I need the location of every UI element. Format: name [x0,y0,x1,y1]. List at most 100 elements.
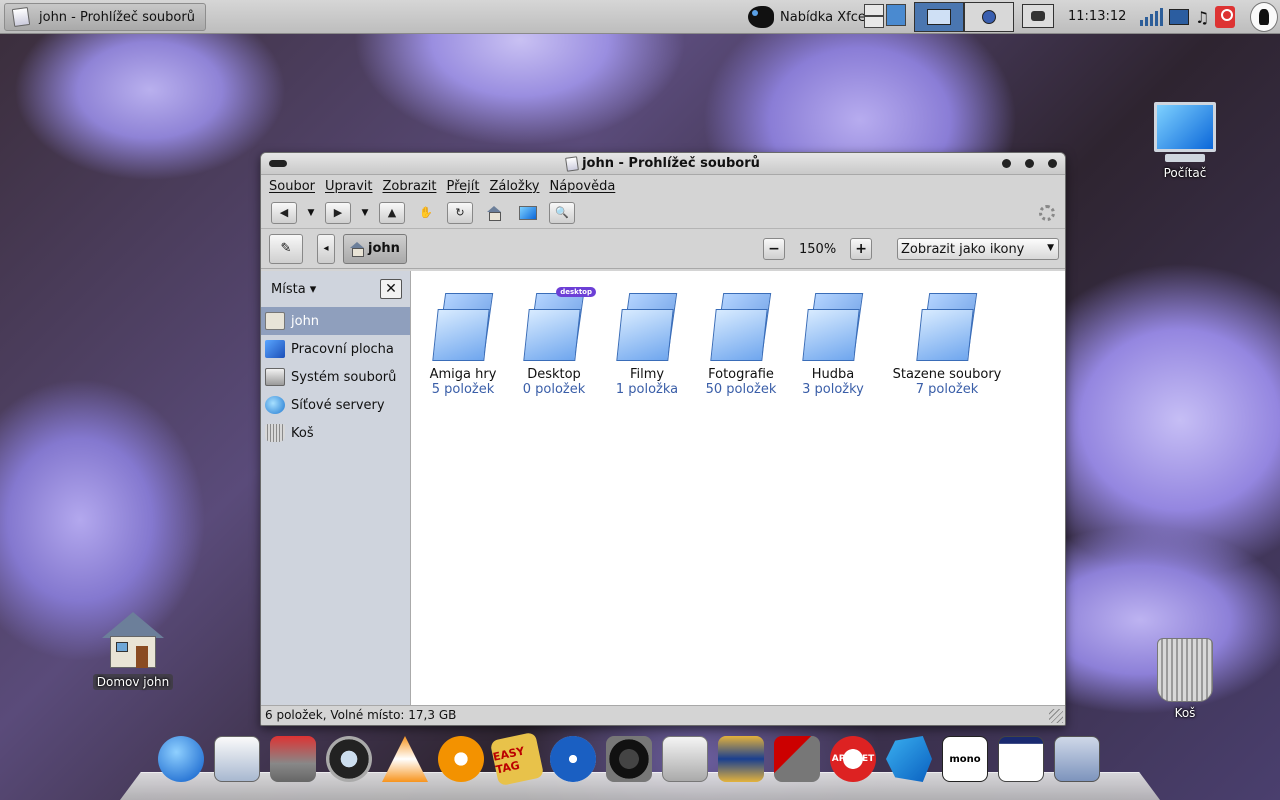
dock-webcam-icon[interactable] [326,736,372,782]
show-desktop-buttons[interactable] [864,4,906,28]
activity-spinner-icon [1039,205,1055,221]
network-icon[interactable] [1169,9,1189,25]
toolbar: ◀ ▼ ▶ ▼ ▲ ✋ ↻ 🔍 [261,197,1065,229]
volume-icon[interactable]: ♫ [1195,8,1209,27]
screenshot-icon[interactable] [1022,4,1054,28]
zoom-out-button[interactable]: − [763,238,785,260]
sidebar-item-filesystem[interactable]: Systém souborů [261,363,410,391]
folder-item[interactable]: Fotografie 50 položek [693,293,789,397]
window-list-icon-2[interactable] [864,16,884,28]
dock-speaker-icon[interactable] [606,736,652,782]
folder-icon [432,293,494,363]
maximize-button[interactable] [1025,159,1034,168]
signal-icon[interactable] [1140,8,1163,26]
close-button[interactable] [1048,159,1057,168]
clock[interactable]: 11:13:12 [1068,9,1126,24]
window-list-icon[interactable] [864,4,884,16]
sidebar-item-desktop[interactable]: Pracovní plocha [261,335,410,363]
zoom-in-button[interactable]: + [850,238,873,260]
minimize-button[interactable] [1002,159,1011,168]
dock-easytag-label: EASY TAG [491,744,526,777]
folder-item[interactable]: Stazene soubory 7 položek [889,293,1005,397]
breadcrumb-john[interactable]: john [343,233,407,264]
dock-joystick-icon[interactable] [270,736,316,782]
search-button[interactable]: 🔍 [549,201,575,224]
back-button[interactable]: ◀ [271,201,297,224]
dock-settings-tools-icon[interactable] [774,736,820,782]
desktop-trash[interactable]: Koš [1152,638,1218,720]
window-titlebar[interactable]: john - Prohlížeč souborů [261,153,1065,175]
desktop-computer-label: Počítač [1163,166,1207,180]
menu-upravit[interactable]: Upravit [325,179,372,194]
sidebar-item-john[interactable]: john [261,307,410,335]
workspace-window-thumb [927,9,951,25]
folder-count: 1 položka [615,382,679,397]
computer-button[interactable] [515,202,541,224]
path-scroll-left-button[interactable]: ◂ [317,233,335,264]
dock-easytag-icon[interactable]: EASY TAG [489,731,545,787]
sidebar-item-label: john [291,313,320,329]
filesystem-icon [265,368,285,386]
menu-zalozky[interactable]: Záložky [489,179,539,194]
folder-item[interactable]: Amiga hry 5 položek [415,293,511,397]
dock-disc-icon[interactable] [550,736,596,782]
sidebar-item-label: Síťové servery [291,397,385,413]
top-panel: john - Prohlížeč souborů Nabídka Xfce 11… [0,0,1280,34]
folder-count: 7 položek [915,382,979,397]
stop-button[interactable]: ✋ [413,202,439,224]
forward-history-dropdown[interactable]: ▼ [359,208,371,218]
up-button[interactable]: ▲ [379,201,405,224]
monitor-stand [1165,154,1205,162]
window-menu-button[interactable] [269,160,287,167]
back-history-dropdown[interactable]: ▼ [305,208,317,218]
workspace-2[interactable] [964,2,1014,32]
folder-icon [802,293,864,363]
reload-button[interactable]: ↻ [447,201,473,224]
dock-mono-icon[interactable]: mono [942,736,988,782]
zoom-level[interactable]: 150% [799,242,836,257]
dock-mono-label: mono [949,753,981,765]
home-button[interactable] [481,202,507,224]
close-sidebar-button[interactable]: ✕ [380,279,402,299]
folder-item[interactable]: Hudba 3 položky [785,293,881,397]
power-icon[interactable] [1215,6,1236,28]
dock-pharaoh-icon[interactable] [718,736,764,782]
file-icon-view[interactable]: Amiga hry 5 položek desktop Desktop 0 po… [411,271,1065,705]
folder-item[interactable]: desktop Desktop 0 položek [506,287,602,397]
forward-button[interactable]: ▶ [325,201,351,224]
status-text: 6 položek, Volné místo: 17,3 GB [265,708,457,722]
workspace-pager[interactable] [914,2,1014,32]
dock-inkscape-icon[interactable] [214,736,260,782]
dock-browser-globe-icon[interactable] [158,736,204,782]
sidebar-item-network[interactable]: Síťové servery [261,391,410,419]
toggle-location-edit-button[interactable]: ✎ [269,233,303,264]
dock-aptget-icon[interactable]: APT GET [830,736,876,782]
file-manager-icon [11,6,31,28]
show-desktop-icon[interactable] [886,4,906,26]
xfce-menu-label: Nabídka Xfce [780,9,866,25]
sidebar-header[interactable]: Místa ▾ [271,282,316,297]
xfce-menu-button[interactable]: Nabídka Xfce [748,3,866,31]
dock-drive-icon[interactable] [662,736,708,782]
dock-file-manager-icon[interactable] [1054,736,1100,782]
desktop-computer[interactable]: Počítač [1148,102,1222,180]
dock-burner-icon[interactable] [438,736,484,782]
menu-zobrazit[interactable]: Zobrazit [382,179,436,194]
taskbar-window-button[interactable]: john - Prohlížeč souborů [4,3,206,31]
desktop-home[interactable]: Domov john [90,612,176,690]
resize-grip-icon[interactable] [1049,709,1063,723]
view-mode-select[interactable]: Zobrazit jako ikony ▼ [897,238,1059,260]
breadcrumb-label: john [368,241,400,256]
workspace-window-thumb [982,10,996,24]
user-avatar-icon[interactable] [1250,2,1278,32]
dock-vlc-icon[interactable] [382,736,428,782]
folder-item[interactable]: Filmy 1 položka [599,293,695,397]
dock-window-icon[interactable] [998,736,1044,782]
sidebar-item-label: Koš [291,425,314,441]
menu-prejit[interactable]: Přejít [446,179,479,194]
menu-napoveda[interactable]: Nápověda [549,179,615,194]
dock-xfce-icon[interactable] [886,736,932,782]
sidebar-item-trash[interactable]: Koš [261,419,410,447]
menu-soubor[interactable]: Soubor [269,179,315,194]
workspace-1[interactable] [914,2,964,32]
